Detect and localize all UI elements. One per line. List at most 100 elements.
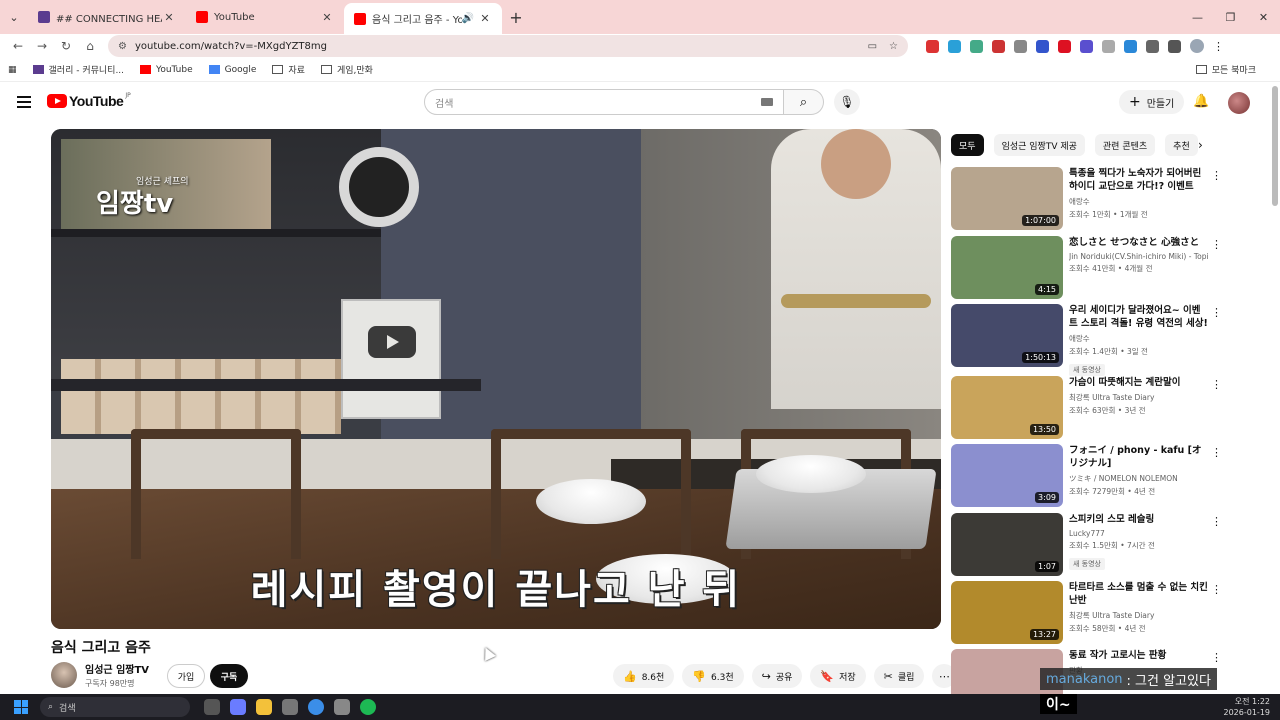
clip-button[interactable]: ✂ 클립 bbox=[873, 664, 925, 688]
video-thumbnail[interactable]: 4:15 bbox=[951, 236, 1063, 299]
video-title[interactable]: 스피키의 스모 레슬링 bbox=[1069, 513, 1209, 526]
bookmark-item[interactable]: 갤러리 - 커뮤니티... bbox=[32, 63, 124, 76]
tab-close-icon[interactable]: ✕ bbox=[320, 11, 334, 24]
page-scrollbar[interactable] bbox=[1272, 86, 1278, 206]
extension-icon[interactable] bbox=[970, 39, 983, 53]
app-icon[interactable] bbox=[282, 699, 298, 715]
extension-icon[interactable] bbox=[992, 39, 1005, 53]
spotify-icon[interactable] bbox=[360, 699, 376, 715]
video-thumbnail[interactable]: 1:07:00 bbox=[951, 167, 1063, 230]
reload-icon[interactable]: ↻ bbox=[54, 39, 78, 53]
video-title[interactable]: 우리 세이디가 달라졌어요~ 이벤트 스토리 격돌! 유령 역전의 세상! ..… bbox=[1069, 304, 1209, 330]
chip-recommended[interactable]: 추천 bbox=[1165, 134, 1198, 156]
video-thumbnail[interactable]: 13:27 bbox=[951, 581, 1063, 644]
address-bar[interactable]: ⚙ youtube.com/watch?v=-MXgdYZT8mg ▭ ☆ bbox=[108, 35, 908, 57]
download-icon[interactable] bbox=[1124, 39, 1137, 53]
channel-avatar[interactable] bbox=[51, 662, 77, 688]
channel-name[interactable]: 최강록 Ultra Taste Diary bbox=[1069, 610, 1209, 621]
video-thumbnail[interactable]: 3:09 bbox=[951, 444, 1063, 507]
kebab-menu-icon[interactable]: ⋮ bbox=[1211, 238, 1222, 251]
minimize-icon[interactable]: — bbox=[1181, 0, 1214, 34]
bookmark-item[interactable]: Google bbox=[208, 65, 256, 75]
back-arrow-icon[interactable]: ← bbox=[6, 39, 30, 53]
restore-icon[interactable]: ❐ bbox=[1214, 0, 1247, 34]
keyboard-icon[interactable] bbox=[761, 98, 773, 106]
task-view-icon[interactable] bbox=[204, 699, 220, 715]
video-title[interactable]: 동료 작가 고로시는 판황 bbox=[1069, 649, 1209, 662]
kebab-menu-icon[interactable]: ⋮ bbox=[1211, 378, 1222, 391]
browser-menu-icon[interactable]: ⋮ bbox=[1213, 40, 1224, 53]
hamburger-menu-icon[interactable] bbox=[17, 96, 31, 108]
reading-list-icon[interactable] bbox=[1168, 39, 1181, 53]
channel-name[interactable]: 임성근 임짱TV bbox=[85, 661, 149, 676]
kebab-menu-icon[interactable]: ⋮ bbox=[1211, 446, 1222, 459]
share-button[interactable]: ↪ 공유 bbox=[751, 664, 803, 688]
youtube-logo[interactable]: YouTube JP bbox=[47, 92, 131, 109]
bookmark-star-icon[interactable]: ☆ bbox=[889, 41, 898, 52]
tab-search-chevron-icon[interactable]: ⌄ bbox=[0, 0, 28, 34]
close-window-icon[interactable]: ✕ bbox=[1247, 0, 1280, 34]
list-item[interactable]: 3:09 フォニイ / phony - kafu [オリジナル] ツミキ / N… bbox=[951, 444, 1222, 508]
search-input[interactable]: 검색 bbox=[424, 89, 784, 115]
kebab-menu-icon[interactable]: ⋮ bbox=[1211, 651, 1222, 664]
notifications-bell-icon[interactable]: 🔔 bbox=[1193, 94, 1209, 109]
forward-arrow-icon[interactable]: → bbox=[30, 39, 54, 53]
taskbar-clock[interactable]: 오전 1:22 2026-01-19 bbox=[1224, 696, 1271, 718]
list-item[interactable]: 13:50 가슴이 따뜻해지는 계란말이 최강록 Ultra Taste Dia… bbox=[951, 376, 1222, 440]
new-tab-button[interactable]: + bbox=[502, 3, 530, 31]
chip-all[interactable]: 모두 bbox=[951, 134, 984, 156]
extension-icon[interactable] bbox=[1058, 39, 1071, 53]
file-explorer-icon[interactable] bbox=[256, 699, 272, 715]
home-icon[interactable]: ⌂ bbox=[78, 39, 102, 53]
app-icon[interactable] bbox=[334, 699, 350, 715]
video-title[interactable]: 恋しさと せつなさと 心強さと bbox=[1069, 236, 1209, 249]
search-button[interactable]: ⌕ bbox=[784, 89, 824, 115]
video-title[interactable]: 특종을 찍다가 노숙자가 되어버린 하이디 교단으로 가다!? 이벤트 스... bbox=[1069, 167, 1209, 193]
channel-name[interactable]: 애랑수 bbox=[1069, 196, 1209, 207]
audio-playing-icon[interactable]: 🔊 bbox=[462, 13, 474, 24]
site-info-icon[interactable]: ⚙ bbox=[118, 41, 127, 52]
bookmark-folder[interactable]: 게임,만화 bbox=[320, 63, 373, 76]
windows-start-icon[interactable] bbox=[14, 700, 28, 714]
extension-icon[interactable] bbox=[948, 39, 961, 53]
list-item[interactable]: 1:07 스피키의 스모 레슬링 Lucky777 조회수 1.5만회 • 7시… bbox=[951, 513, 1222, 577]
list-item[interactable]: 4:15 恋しさと せつなさと 心強さと Jin Noriduki(CV.Shi… bbox=[951, 236, 1222, 300]
chip-channel[interactable]: 임성근 임짱TV 제공 bbox=[993, 134, 1085, 156]
cast-icon[interactable]: ▭ bbox=[868, 41, 877, 52]
video-thumbnail[interactable]: 1:50:13 bbox=[951, 304, 1063, 367]
bookmark-folder[interactable]: 자료 bbox=[272, 63, 305, 76]
kebab-menu-icon[interactable]: ⋮ bbox=[1211, 169, 1222, 182]
extension-icon[interactable] bbox=[1080, 39, 1093, 53]
create-button[interactable]: + 만들기 bbox=[1119, 90, 1185, 114]
account-avatar[interactable] bbox=[1228, 92, 1250, 114]
extension-icon[interactable] bbox=[1014, 39, 1027, 53]
video-title[interactable]: フォニイ / phony - kafu [オリジナル] bbox=[1069, 444, 1209, 470]
list-item[interactable]: 13:27 타르타르 소스를 멈출 수 없는 치킨난반 최강록 Ultra Ta… bbox=[951, 581, 1222, 645]
video-player[interactable]: 임성근 셰프의 임짱tv 레시피 촬영이 끝나고 난 뒤 bbox=[51, 129, 941, 629]
chevron-right-icon[interactable]: › bbox=[1198, 138, 1203, 152]
kebab-menu-icon[interactable]: ⋮ bbox=[1211, 515, 1222, 528]
tab-close-icon[interactable]: ✕ bbox=[478, 12, 492, 25]
channel-name[interactable]: 최강록 Ultra Taste Diary bbox=[1069, 392, 1209, 403]
extension-icon[interactable] bbox=[1036, 39, 1049, 53]
browser-tab-0[interactable]: ## CONNECTING HEARTS! 디 ✕ bbox=[28, 3, 186, 31]
copilot-icon[interactable] bbox=[230, 699, 246, 715]
chip-related[interactable]: 관련 콘텐츠 bbox=[1094, 134, 1156, 156]
channel-name[interactable]: Jin Noriduki(CV.Shin-ichiro Miki) - Topi… bbox=[1069, 252, 1209, 261]
kebab-menu-icon[interactable]: ⋮ bbox=[1211, 583, 1222, 596]
browser-tab-1[interactable]: YouTube ✕ bbox=[186, 3, 344, 31]
video-thumbnail[interactable]: 13:50 bbox=[951, 376, 1063, 439]
all-bookmarks-folder[interactable]: 모든 북마크 bbox=[1195, 63, 1256, 76]
like-button[interactable]: 👍 8.6천 bbox=[613, 664, 675, 688]
profile-avatar-icon[interactable] bbox=[1190, 39, 1204, 53]
tab-close-icon[interactable]: ✕ bbox=[162, 11, 176, 24]
video-thumbnail[interactable]: 1:07 bbox=[951, 513, 1063, 576]
apps-grid-icon[interactable]: ▦ bbox=[8, 65, 17, 75]
save-button[interactable]: 🔖 저장 bbox=[810, 664, 866, 688]
extension-icon[interactable] bbox=[926, 39, 939, 53]
voice-search-button[interactable]: 🎙 bbox=[834, 89, 860, 115]
subscribe-button[interactable]: 구독 bbox=[210, 664, 248, 688]
join-button[interactable]: 가입 bbox=[167, 664, 205, 688]
taskbar-search-input[interactable]: ⌕ 검색 bbox=[40, 697, 190, 717]
browser-tab-2[interactable]: 음식 그리고 음주 - YouTub 🔊 ✕ bbox=[344, 3, 502, 34]
